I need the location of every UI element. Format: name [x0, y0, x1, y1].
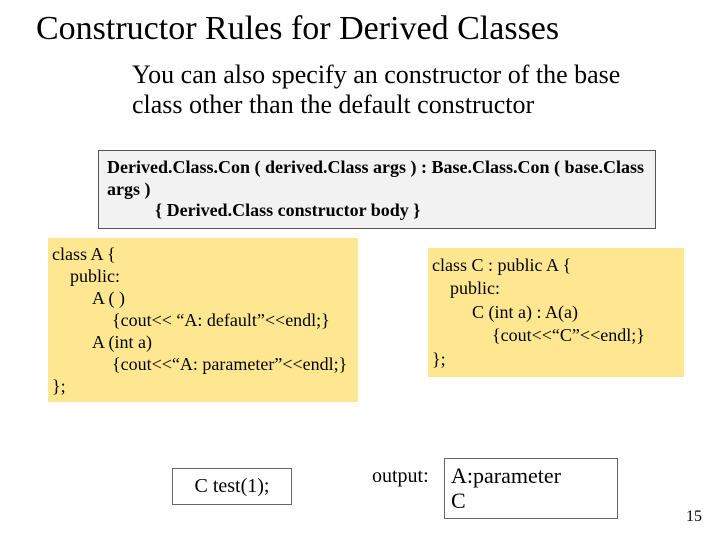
code-line: C (int a) : A(a): [432, 301, 680, 324]
class-c-box: class C : public A { public: C (int a) :…: [428, 248, 684, 377]
output-box: A:parameter C: [444, 458, 618, 519]
code-line: A ( ): [52, 288, 354, 310]
syntax-line-2: { Derived.Class constructor body }: [107, 200, 647, 222]
code-line: class C : public A {: [432, 254, 680, 277]
output-line-2: C: [451, 488, 611, 513]
slide: Constructor Rules for Derived Classes Yo…: [0, 0, 720, 540]
class-a-box: class A { public: A ( ) {cout<< “A: defa…: [48, 238, 358, 402]
output-line-1: A:parameter: [451, 463, 611, 488]
code-line: };: [432, 348, 680, 371]
code-line: {cout<<“C”<<endl;}: [432, 324, 680, 347]
code-line: {cout<< “A: default”<<endl;}: [52, 310, 354, 332]
call-box: C test(1);: [172, 468, 292, 505]
code-line: A (int a): [52, 332, 354, 354]
code-line: };: [52, 376, 354, 398]
code-line: {cout<<“A: parameter”<<endl;}: [52, 354, 354, 376]
slide-subtitle: You can also specify an constructor of t…: [132, 60, 622, 120]
code-line: public:: [52, 266, 354, 288]
code-line: public:: [432, 277, 680, 300]
page-number: 15: [686, 508, 702, 526]
syntax-box: Derived.Class.Con ( derived.Class args )…: [98, 150, 656, 229]
output-label: output:: [372, 465, 429, 488]
syntax-line-1: Derived.Class.Con ( derived.Class args )…: [107, 157, 647, 200]
code-line: class A {: [52, 244, 354, 266]
slide-title: Constructor Rules for Derived Classes: [36, 10, 696, 48]
